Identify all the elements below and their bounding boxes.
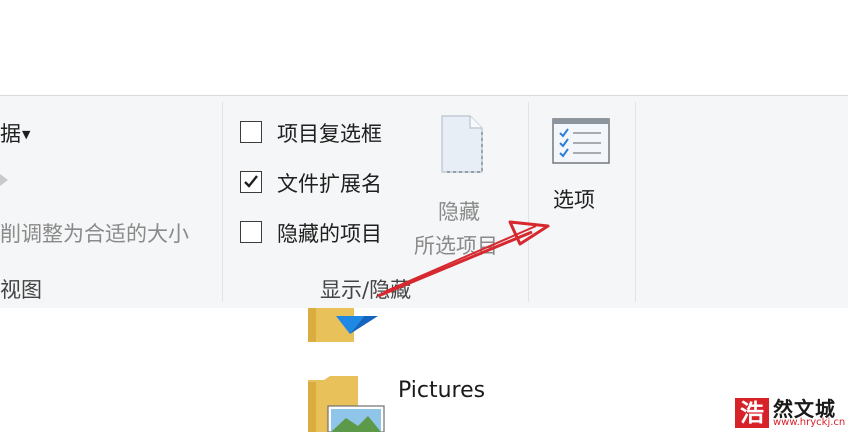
watermark-url: www.hryckj.cn: [773, 417, 846, 428]
watermark-logo: 浩 然文城 www.hryckj.cn: [728, 392, 848, 432]
watermark-seal: 浩: [735, 398, 769, 428]
annotation-arrow: [377, 220, 550, 298]
